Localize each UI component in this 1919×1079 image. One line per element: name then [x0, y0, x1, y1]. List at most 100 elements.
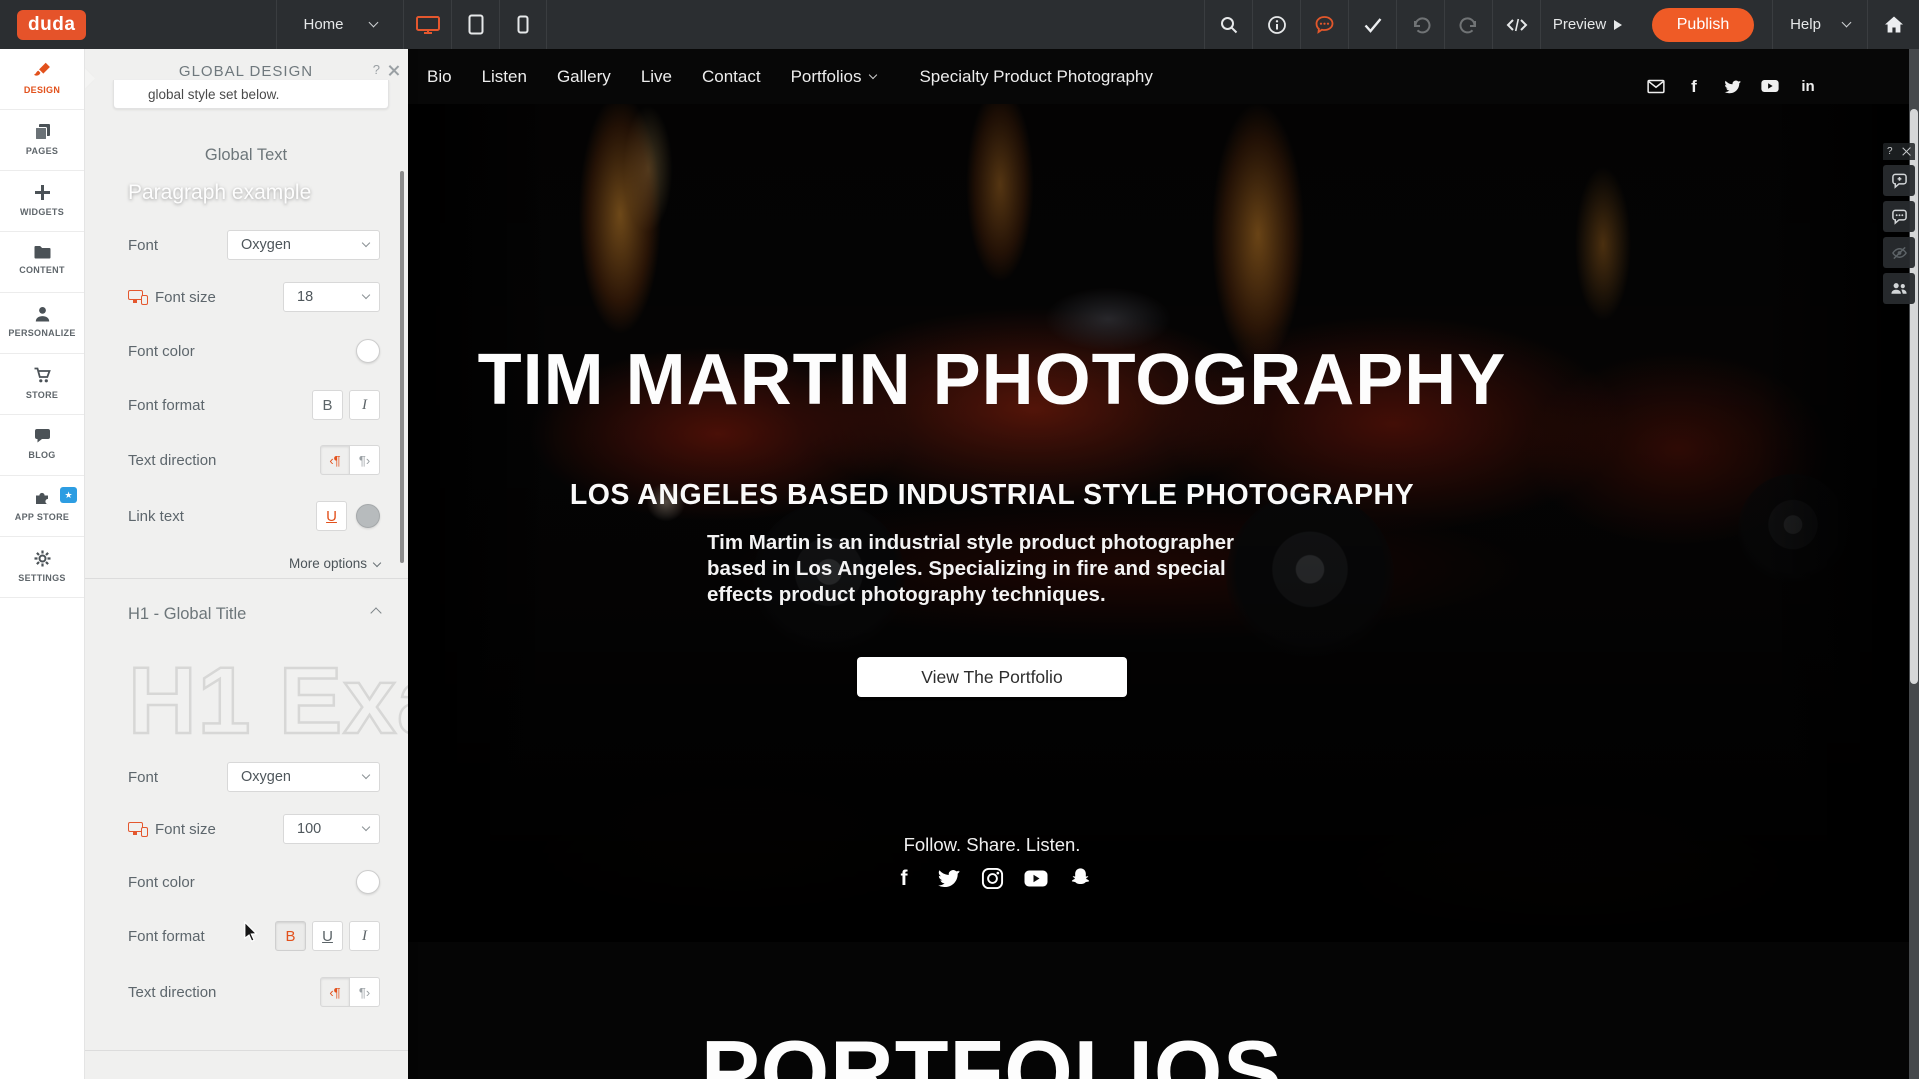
global-design-panel: GLOBAL DESIGN ? global style set below. …	[84, 49, 408, 1079]
sidebar-item-content[interactable]: CONTENT	[0, 232, 84, 293]
instagram-icon[interactable]	[980, 866, 1004, 890]
collapse-section-icon[interactable]	[370, 607, 381, 618]
rtl-direction-button[interactable]: ¶›	[350, 445, 380, 475]
info-button[interactable]	[1252, 0, 1300, 49]
site-nav-live[interactable]: Live	[641, 67, 672, 87]
duda-logo[interactable]: duda	[17, 10, 86, 40]
collaborators-button[interactable]	[1883, 273, 1915, 304]
social-caption[interactable]: Follow. Share. Listen.	[408, 834, 1576, 856]
global-text-heading: Global Text	[84, 146, 408, 165]
link-underline-button[interactable]: U	[316, 501, 347, 531]
twitter-icon[interactable]	[1723, 77, 1741, 95]
h1-bold-button[interactable]: B	[275, 921, 306, 951]
editor-sidebar: DESIGN PAGES WIDGETS CONTENT PERSONALIZE…	[0, 49, 84, 1079]
h1-ltr-direction-button[interactable]: ‹¶	[320, 977, 350, 1007]
h1-font-label: Font	[128, 769, 158, 786]
chevron-down-icon	[1841, 18, 1851, 28]
site-nav-bio[interactable]: Bio	[427, 67, 452, 87]
italic-button[interactable]: I	[349, 390, 380, 420]
facebook-icon[interactable]: f	[1685, 77, 1703, 95]
toolbar-help-button[interactable]: ?	[1887, 146, 1893, 157]
youtube-icon[interactable]	[1024, 866, 1048, 890]
more-options-button[interactable]: More options	[289, 556, 380, 571]
email-icon[interactable]	[1647, 77, 1665, 95]
search-icon	[1219, 15, 1239, 35]
twitter-icon[interactable]	[936, 866, 960, 890]
redo-button[interactable]	[1444, 0, 1492, 49]
h1-rtl-direction-button[interactable]: ¶›	[350, 977, 380, 1007]
h1-font-size-select[interactable]: 100	[283, 814, 380, 844]
ltr-direction-button[interactable]: ‹¶	[320, 445, 350, 475]
font-size-select[interactable]: 18	[283, 282, 380, 312]
h1-font-select[interactable]: Oxygen	[227, 762, 380, 792]
sidebar-item-label: WIDGETS	[20, 207, 64, 217]
h1-font-size-label: Font size	[128, 821, 216, 838]
responsive-devices-icon	[128, 290, 148, 305]
dashboard-home-button[interactable]	[1868, 0, 1919, 49]
sidebar-item-pages[interactable]: PAGES	[0, 110, 84, 171]
sidebar-item-widgets[interactable]: WIDGETS	[0, 171, 84, 232]
youtube-icon[interactable]	[1761, 77, 1779, 95]
link-color-swatch[interactable]	[356, 504, 380, 528]
h1-underline-button[interactable]: U	[312, 921, 343, 951]
sidebar-item-personalize[interactable]: PERSONALIZE	[0, 293, 84, 354]
link-text-label: Link text	[128, 508, 184, 525]
font-format-row: Font format B I	[128, 390, 380, 420]
comments-list-button[interactable]	[1883, 201, 1915, 232]
add-comment-button[interactable]	[1883, 165, 1915, 196]
panel-help-button[interactable]: ?	[373, 62, 380, 77]
h1-font-color-swatch[interactable]	[356, 870, 380, 894]
ltr-pilcrow-icon: ‹¶	[329, 453, 340, 468]
font-select[interactable]: Oxygen	[227, 230, 380, 260]
dev-mode-button[interactable]	[1492, 0, 1540, 49]
view-portfolio-button[interactable]: View The Portfolio	[857, 657, 1127, 697]
site-nav-gallery[interactable]: Gallery	[557, 67, 611, 87]
site-intro-text[interactable]: Tim Martin is an industrial style produc…	[707, 530, 1279, 609]
publish-button[interactable]: Publish	[1652, 8, 1754, 42]
help-dropdown[interactable]: Help	[1772, 0, 1868, 49]
site-title[interactable]: TIM MARTIN PHOTOGRAPHY	[408, 344, 1576, 416]
site-subtitle[interactable]: LOS ANGELES BASED INDUSTRIAL STYLE PHOTO…	[408, 479, 1576, 512]
close-icon[interactable]	[1902, 147, 1911, 156]
help-label: Help	[1790, 16, 1821, 33]
person-icon	[33, 305, 52, 323]
preview-button[interactable]: Preview	[1540, 0, 1634, 49]
desktop-view-button[interactable]	[403, 0, 451, 49]
sidebar-item-store[interactable]: STORE	[0, 354, 84, 415]
checkmark-icon	[1363, 16, 1383, 34]
snapchat-icon[interactable]	[1068, 866, 1092, 890]
hero-social-icons: f	[408, 866, 1576, 890]
facebook-icon[interactable]: f	[892, 866, 916, 890]
panel-scrollbar[interactable]	[400, 171, 404, 563]
sidebar-item-settings[interactable]: SETTINGS	[0, 537, 84, 598]
undo-button[interactable]	[1396, 0, 1444, 49]
site-nav-contact[interactable]: Contact	[702, 67, 761, 87]
sidebar-item-app-store[interactable]: ★ APP STORE	[0, 476, 84, 537]
h1-font-color-label: Font color	[128, 874, 195, 891]
linkedin-icon[interactable]: in	[1799, 77, 1817, 95]
font-color-swatch[interactable]	[356, 339, 380, 363]
chevron-down-icon	[368, 18, 378, 28]
tablet-view-button[interactable]	[451, 0, 499, 49]
sidebar-item-blog[interactable]: BLOG	[0, 415, 84, 476]
page-selector-dropdown[interactable]: Home	[276, 0, 403, 49]
h1-italic-button[interactable]: I	[349, 921, 380, 951]
mobile-view-button[interactable]	[499, 0, 547, 49]
preview-label: Preview	[1553, 16, 1606, 33]
close-icon[interactable]	[388, 65, 399, 76]
sidebar-item-label: PAGES	[26, 146, 58, 156]
font-format-label: Font format	[128, 397, 205, 414]
redo-icon	[1459, 16, 1479, 34]
bold-button[interactable]: B	[312, 390, 343, 420]
approve-button[interactable]	[1348, 0, 1396, 49]
site-nav-listen[interactable]: Listen	[482, 67, 527, 87]
sidebar-item-label: STORE	[26, 390, 58, 400]
sidebar-item-design[interactable]: DESIGN	[0, 49, 84, 110]
site-nav-specialty[interactable]: Specialty Product Photography	[919, 67, 1152, 87]
comments-button[interactable]	[1300, 0, 1348, 49]
search-button[interactable]	[1204, 0, 1252, 49]
portfolios-heading[interactable]: PORTFOLIOS	[408, 1028, 1576, 1079]
site-nav-portfolios[interactable]: Portfolios	[791, 67, 877, 87]
device-switcher	[403, 0, 547, 49]
hide-comments-button[interactable]	[1883, 237, 1915, 268]
